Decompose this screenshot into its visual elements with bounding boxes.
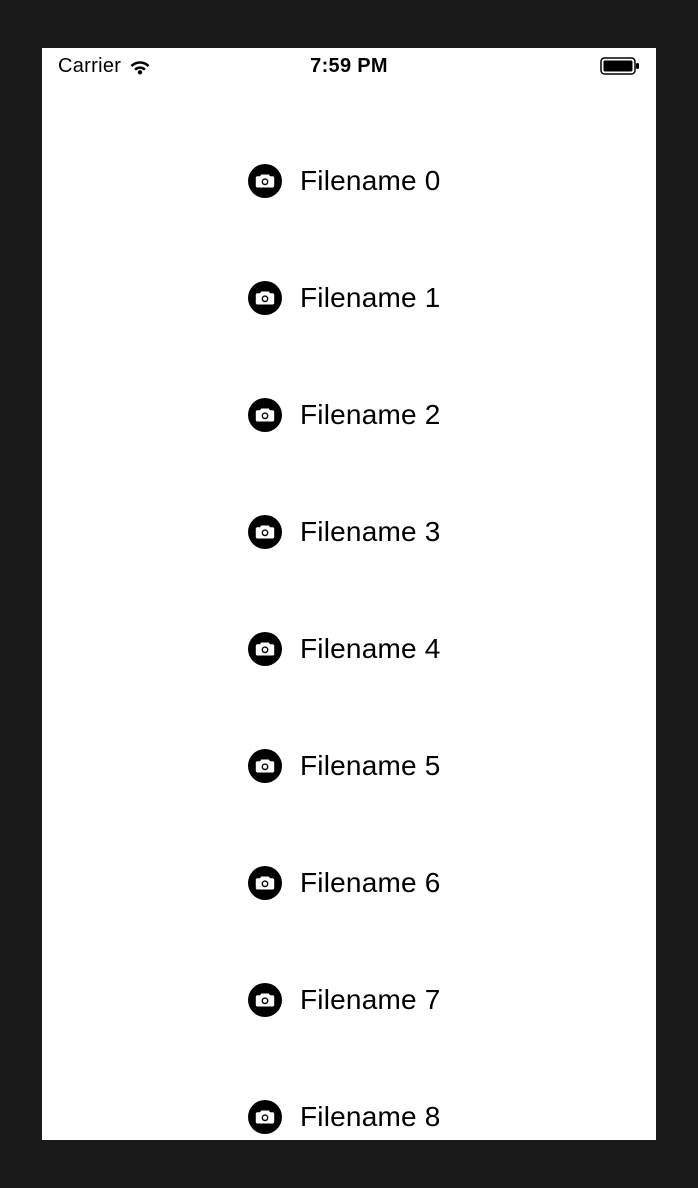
list-item[interactable]: Filename 6 [42,824,656,941]
list-item-label: Filename 2 [300,399,441,431]
file-list[interactable]: Filename 0 Filename 1 Filename 2 Filenam… [42,84,656,1140]
list-item-label: Filename 0 [300,165,441,197]
camera-icon [248,749,282,783]
list-item-label: Filename 8 [300,1101,441,1133]
wifi-icon [129,58,151,75]
carrier-label: Carrier [58,55,121,78]
status-bar-time: 7:59 PM [310,55,388,78]
status-bar-right [600,57,640,75]
camera-icon [248,632,282,666]
list-item[interactable]: Filename 3 [42,473,656,590]
camera-icon [248,515,282,549]
list-item-label: Filename 3 [300,516,441,548]
list-item-label: Filename 4 [300,633,441,665]
list-item-label: Filename 6 [300,867,441,899]
camera-icon [248,398,282,432]
camera-icon [248,1100,282,1134]
list-item[interactable]: Filename 0 [42,122,656,239]
list-item[interactable]: Filename 7 [42,941,656,1058]
camera-icon [248,983,282,1017]
list-item-label: Filename 1 [300,282,441,314]
list-item[interactable]: Filename 5 [42,707,656,824]
list-item[interactable]: Filename 2 [42,356,656,473]
status-bar-left: Carrier [58,55,151,78]
status-bar: Carrier 7:59 PM [42,48,656,84]
battery-icon [600,57,640,75]
list-item-label: Filename 7 [300,984,441,1016]
camera-icon [248,866,282,900]
camera-icon [248,281,282,315]
list-item[interactable]: Filename 8 [42,1058,656,1140]
list-item-label: Filename 5 [300,750,441,782]
camera-icon [248,164,282,198]
device-screen: Carrier 7:59 PM Filenam [42,48,656,1140]
list-item[interactable]: Filename 1 [42,239,656,356]
list-item[interactable]: Filename 4 [42,590,656,707]
